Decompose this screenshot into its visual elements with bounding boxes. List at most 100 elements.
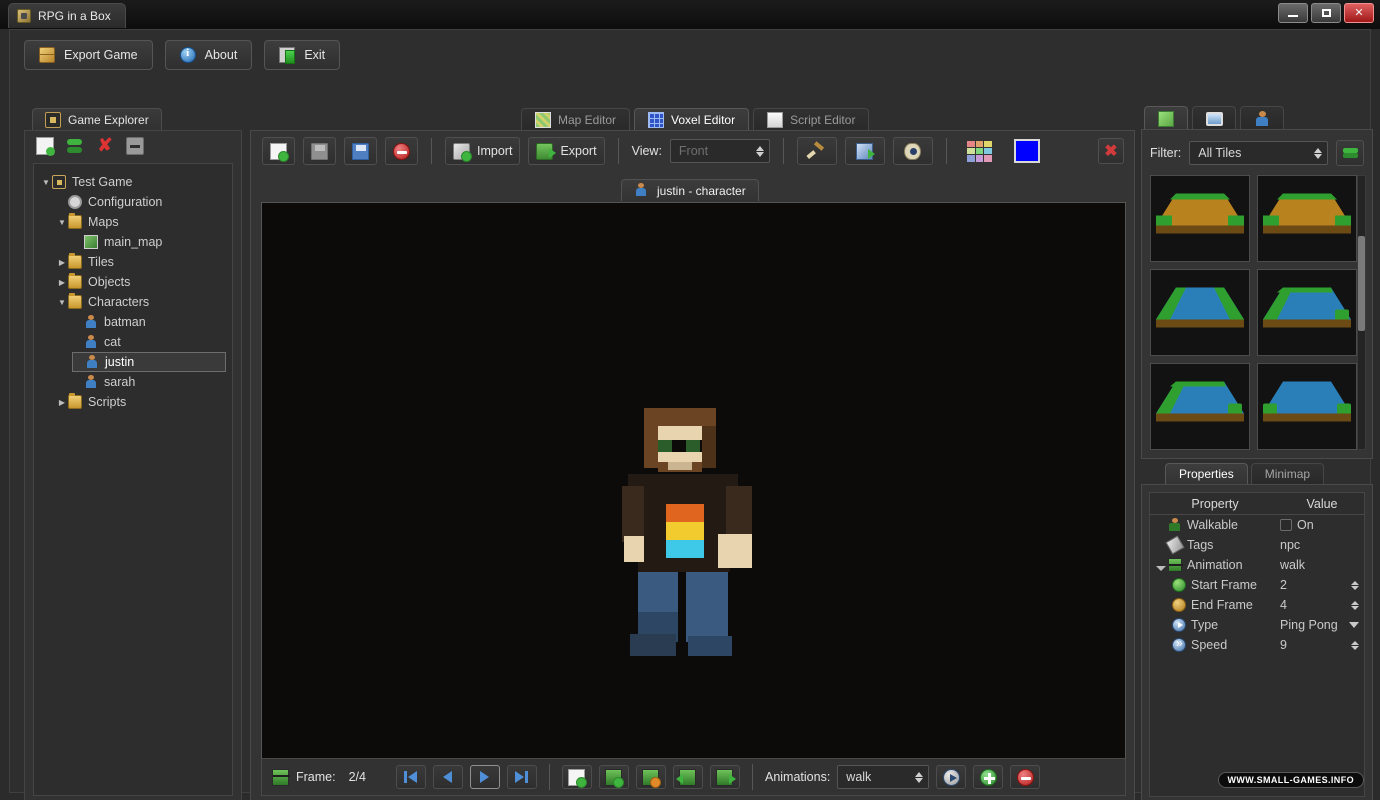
scrollbar-thumb[interactable] [1358, 236, 1365, 331]
tree-item-tiles[interactable]: ▶ Tiles [56, 252, 226, 272]
new-frame-button[interactable] [561, 765, 592, 789]
voxel-viewport[interactable] [261, 202, 1126, 768]
animations-select[interactable]: walk [837, 765, 930, 789]
current-color-button[interactable] [1007, 137, 1047, 165]
property-value-cell[interactable]: Ping Pong [1280, 618, 1364, 632]
property-value-cell[interactable]: 9 [1280, 638, 1364, 652]
tab-objects[interactable] [1192, 106, 1236, 130]
expander-open-icon[interactable]: ▼ [56, 218, 68, 227]
property-value-cell[interactable]: npc [1280, 538, 1364, 552]
visibility-button[interactable] [892, 137, 933, 165]
tree-item-objects[interactable]: ▶ Objects [56, 272, 226, 292]
expander-open-icon[interactable]: ▼ [40, 178, 52, 187]
tile-thumbnail[interactable] [1257, 175, 1357, 262]
tab-minimap[interactable]: Minimap [1250, 463, 1325, 484]
column-header-property: Property [1191, 496, 1239, 511]
tab-voxel-editor[interactable]: Voxel Editor [634, 108, 750, 131]
refresh-icon[interactable] [66, 137, 84, 155]
exit-button[interactable]: Exit [264, 40, 341, 70]
move-frame-left-button[interactable] [672, 765, 703, 789]
close-button[interactable]: ✕ [1344, 3, 1374, 23]
skip-to-first-button[interactable] [395, 765, 426, 789]
new-item-icon[interactable] [36, 137, 55, 156]
property-value-cell[interactable]: 2 [1280, 578, 1364, 592]
add-animation-button[interactable] [973, 765, 1004, 789]
tab-script-editor[interactable]: Script Editor [753, 108, 870, 131]
tab-game-explorer[interactable]: Game Explorer [32, 108, 162, 131]
tree-item-test-game[interactable]: ▼ Test Game [40, 172, 226, 192]
minimize-button[interactable] [1278, 3, 1308, 23]
add-frame-button[interactable] [598, 765, 629, 789]
tab-properties[interactable]: Properties [1165, 463, 1248, 484]
tab-map-editor[interactable]: Map Editor [521, 108, 631, 131]
save-as-voxel-button[interactable] [344, 137, 377, 165]
property-value-cell[interactable]: walk [1280, 558, 1364, 572]
move-frame-right-button[interactable] [709, 765, 740, 789]
value-spinner[interactable] [1351, 640, 1359, 650]
expander-closed-icon[interactable]: ▶ [56, 278, 68, 287]
expander-closed-icon[interactable]: ▶ [56, 258, 68, 267]
refresh-assets-button[interactable] [1336, 140, 1364, 166]
export-button[interactable]: Export [528, 137, 605, 165]
color-palette-button[interactable] [960, 137, 999, 165]
preview-animation-button[interactable] [936, 765, 967, 789]
property-row-type[interactable]: Type Ping Pong [1150, 615, 1364, 635]
import-button[interactable]: Import [445, 137, 521, 165]
property-row-tags[interactable]: Tags npc [1150, 535, 1364, 555]
collapse-all-icon[interactable] [126, 137, 144, 155]
value-spinner[interactable] [1351, 580, 1359, 590]
tree-item-sarah[interactable]: sarah [72, 372, 226, 392]
tile-thumbnail[interactable] [1150, 269, 1250, 356]
property-row-animation[interactable]: Animation walk [1150, 555, 1364, 575]
tile-thumbnail[interactable] [1150, 363, 1250, 450]
property-row-speed[interactable]: Speed 9 [1150, 635, 1364, 655]
toolbar-separator-1 [431, 138, 432, 164]
animation-playbar: Frame: 2/4 Animations: walk [261, 758, 1126, 796]
tree-item-characters[interactable]: ▼ Characters [56, 292, 226, 312]
tile-thumbnail[interactable] [1257, 363, 1357, 450]
save-voxel-button[interactable] [303, 137, 336, 165]
tree-item-configuration[interactable]: Configuration [56, 192, 226, 212]
tile-grid-scrollbar[interactable] [1357, 175, 1366, 450]
property-value-cell[interactable]: On [1280, 518, 1364, 532]
filter-select[interactable]: All Tiles [1189, 141, 1328, 165]
maximize-button[interactable] [1311, 3, 1341, 23]
fill-tool-button[interactable] [844, 137, 885, 165]
expander-closed-icon[interactable]: ▶ [56, 398, 68, 407]
delete-icon[interactable]: ✘ [96, 136, 114, 155]
close-document-button[interactable]: ✖ [1098, 138, 1124, 164]
tab-tiles[interactable] [1144, 106, 1188, 130]
expander-open-icon[interactable] [1156, 566, 1166, 571]
skip-to-last-button[interactable] [506, 765, 537, 789]
tree-item-scripts[interactable]: ▶ Scripts [56, 392, 226, 412]
export-game-button[interactable]: Export Game [24, 40, 153, 70]
tile-thumbnail[interactable] [1257, 269, 1357, 356]
remove-voxel-button[interactable] [385, 137, 418, 165]
tree-item-maps[interactable]: ▼ Maps [56, 212, 226, 232]
tree-item-batman[interactable]: batman [72, 312, 226, 332]
brush-tool-button[interactable] [796, 137, 837, 165]
tree-item-main-map[interactable]: main_map [72, 232, 226, 252]
chevron-down-icon[interactable] [1349, 622, 1359, 628]
tab-characters[interactable] [1240, 106, 1284, 130]
tree-item-cat[interactable]: cat [72, 332, 226, 352]
view-select[interactable]: Front [669, 139, 770, 163]
maximize-icon [1321, 9, 1331, 17]
document-tab-justin[interactable]: justin - character [621, 179, 759, 201]
about-button[interactable]: About [164, 40, 253, 70]
play-forward-button[interactable] [469, 765, 500, 789]
value-spinner[interactable] [1351, 600, 1359, 610]
property-row-walkable[interactable]: Walkable On [1150, 515, 1364, 535]
step-back-button[interactable] [432, 765, 463, 789]
walkable-checkbox[interactable] [1280, 519, 1292, 531]
property-row-start-frame[interactable]: Start Frame 2 [1150, 575, 1364, 595]
remove-animation-button[interactable] [1010, 765, 1041, 789]
voxel-block [668, 462, 692, 470]
tile-thumbnail[interactable] [1150, 175, 1250, 262]
tree-item-justin[interactable]: justin [72, 352, 226, 372]
delete-frame-button[interactable] [635, 765, 666, 789]
property-value-cell[interactable]: 4 [1280, 598, 1364, 612]
expander-open-icon[interactable]: ▼ [56, 298, 68, 307]
property-row-end-frame[interactable]: End Frame 4 [1150, 595, 1364, 615]
new-voxel-button[interactable] [262, 137, 295, 165]
